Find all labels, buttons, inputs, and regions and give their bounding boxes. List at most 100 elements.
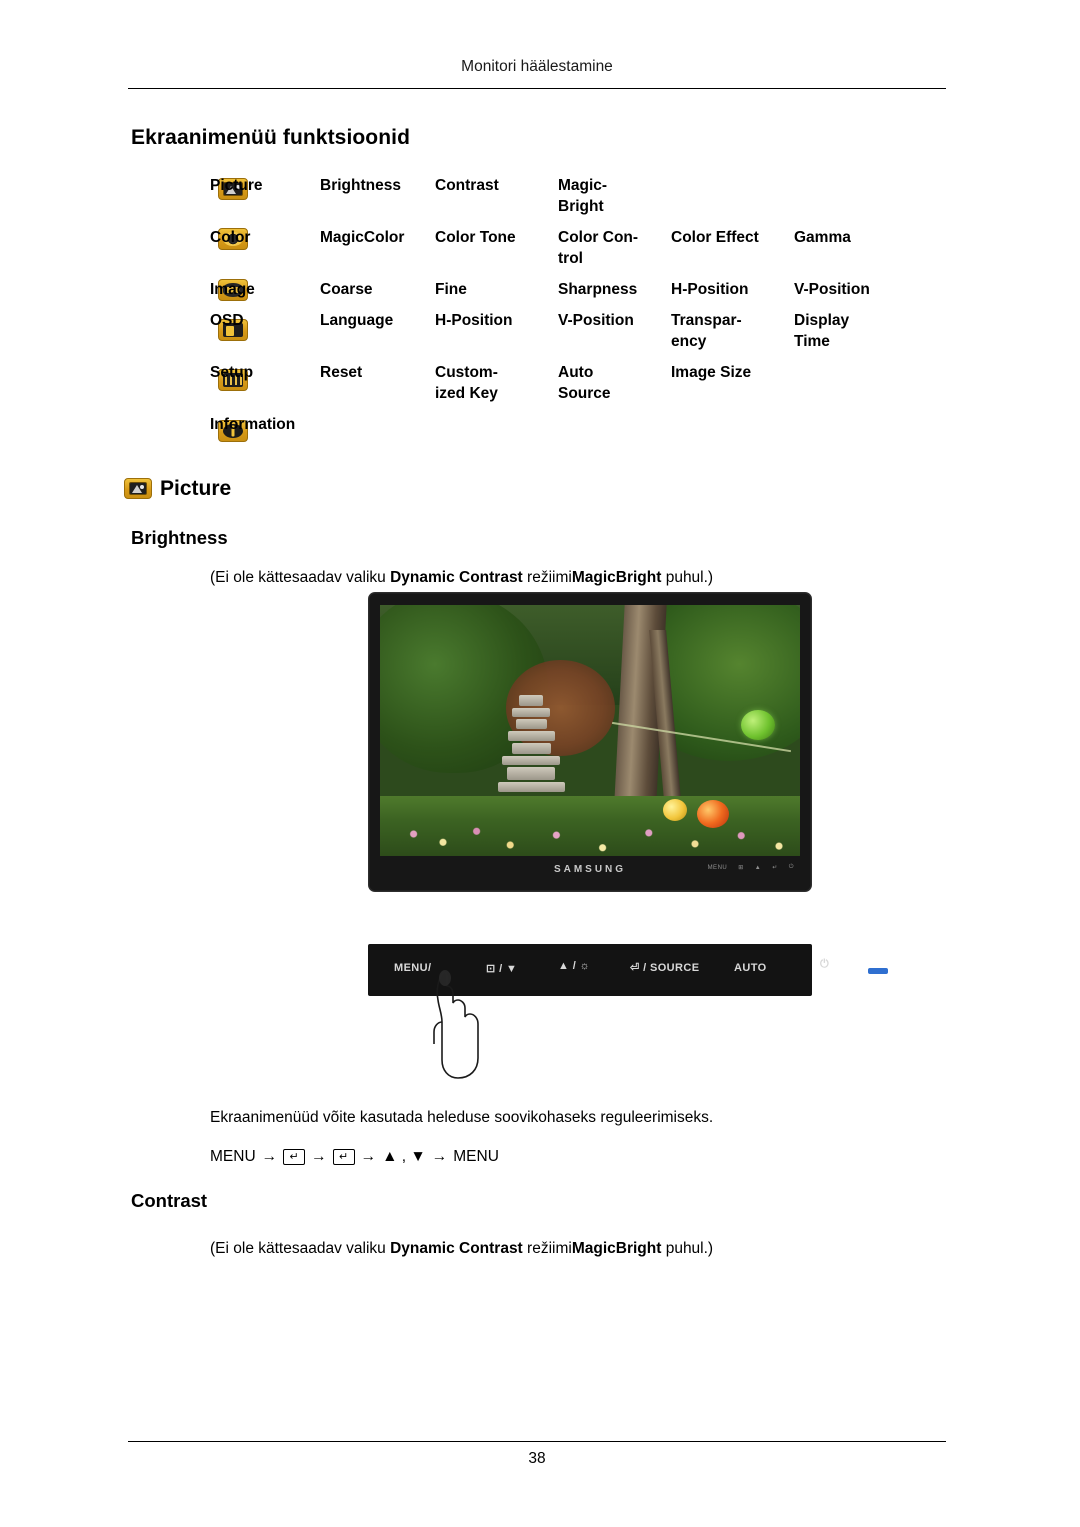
- running-head: Monitori häälestamine: [461, 58, 613, 75]
- table-row: Information: [210, 414, 902, 445]
- enter-key-icon-1: ↵: [283, 1149, 306, 1165]
- note-prefix: (Ei ole kättesaadav valiku: [210, 569, 391, 586]
- menu-cell-empty: [794, 414, 902, 445]
- menu-cell: Information: [210, 416, 296, 433]
- monitor-photo: SAMSUNG MENU ⊞ ▲ ↵ ⏻: [368, 592, 812, 892]
- menu-cell: H-Position: [671, 281, 749, 298]
- menu-cell-line2: ized Key: [435, 385, 498, 402]
- table-row: Image Coarse Fine Sharpness H-Position V…: [210, 279, 902, 310]
- table-row: OSD Language H-Position V-Position Trans…: [210, 310, 902, 362]
- power-button[interactable]: ⏻: [820, 958, 829, 971]
- menu-cell: Coarse: [320, 281, 373, 298]
- menu-cell: Fine: [435, 281, 467, 298]
- bezel-button-power[interactable]: ⏻: [789, 864, 794, 871]
- bezel-button-brightness[interactable]: ⊞: [738, 864, 744, 871]
- arrow-3: →: [360, 1148, 377, 1165]
- menu-cell-empty: [558, 414, 671, 445]
- table-row: Setup Reset Custom- ized Key Auto Source…: [210, 362, 902, 414]
- menu-cell: Color Effect: [671, 229, 759, 246]
- osd-menu-table: Picture Brightness Contrast Magic- Brigh…: [210, 175, 902, 445]
- menu-cell: V-Position: [794, 281, 870, 298]
- garden-scene-image: [380, 605, 800, 856]
- menu-cell-empty: [435, 414, 558, 445]
- brightness-body-text: Ekraanimenüüd võite kasutada heleduse so…: [210, 1109, 714, 1126]
- bezel-button-enter[interactable]: ↵: [772, 864, 778, 871]
- header-rule: [128, 88, 946, 89]
- table-row: Picture Brightness Contrast Magic- Brigh…: [210, 175, 902, 227]
- menu-cell: Display Time: [794, 310, 902, 362]
- source-button[interactable]: ⏎ / SOURCE: [630, 961, 699, 974]
- menu-cell: Auto Source: [558, 362, 671, 414]
- menu-cell: Gamma: [794, 229, 851, 246]
- menu-cell: V-Position: [558, 312, 634, 329]
- updown-keys-icon: ▲ , ▼: [382, 1148, 426, 1165]
- menu-cell: OSD: [210, 312, 244, 329]
- menu-cell: Language: [320, 312, 394, 329]
- menu-cell: Contrast: [435, 177, 499, 194]
- menu-cell-line1: Transpar-: [671, 312, 742, 329]
- table-row: Color MagicColor Color Tone Color Con- t…: [210, 227, 902, 279]
- contrast-note: (Ei ole kättesaadav valiku Dynamic Contr…: [210, 1238, 713, 1259]
- menu-cell: Transpar- ency: [671, 310, 794, 362]
- menu-cell: H-Position: [435, 312, 513, 329]
- menu-cell: Color: [210, 229, 251, 246]
- document-page: Monitori häälestamine Ekraanimenüü funkt…: [0, 0, 1080, 1527]
- note-bold-magicbright: MagicBright: [571, 1240, 662, 1257]
- menu-cell-empty: [671, 414, 794, 445]
- pagoda-shape: [497, 695, 565, 810]
- menu-cell: Setup: [210, 364, 254, 381]
- enter-key-icon-2: ↵: [332, 1149, 355, 1165]
- note-mid: režiimi: [522, 569, 572, 586]
- footer-rule: [128, 1441, 946, 1442]
- note-prefix: (Ei ole kättesaadav valiku: [210, 1240, 391, 1257]
- menu-cell-line2: Time: [794, 333, 830, 350]
- page-title: Ekraanimenüü funktsioonid: [131, 126, 411, 149]
- power-led-indicator: [868, 968, 888, 974]
- brightness-heading: Brightness: [131, 527, 228, 548]
- arrow-1: →: [261, 1148, 278, 1165]
- menu-cell: Color Con- trol: [558, 227, 671, 279]
- menu-cell-empty: [794, 175, 902, 227]
- note-suffix: puhul.): [661, 569, 714, 586]
- menu-cell: Custom- ized Key: [435, 362, 558, 414]
- menu-cell: Picture: [210, 177, 263, 194]
- menu-cell-line1: Auto: [558, 364, 594, 381]
- contrast-heading: Contrast: [131, 1190, 208, 1211]
- menu-cell: Magic- Bright: [558, 175, 671, 227]
- menu-cell-empty: [320, 414, 435, 445]
- picture-heading: Picture: [160, 477, 232, 500]
- menu-cell-line2: Source: [558, 385, 611, 402]
- menu-cell-empty: [671, 175, 794, 227]
- menu-cell-empty: [794, 362, 902, 414]
- red-lantern: [696, 800, 729, 829]
- pointing-hand-illustration: [433, 970, 479, 1079]
- bezel-button-menu[interactable]: MENU: [708, 865, 728, 871]
- bezel-button-up[interactable]: ▲: [755, 865, 761, 871]
- note-bold-dynamic-contrast: Dynamic Contrast: [390, 1240, 523, 1257]
- menu-path-instruction: MENU → ↵ → ↵ → ▲ , ▼ → MENU: [210, 1148, 499, 1166]
- brightness-note: (Ei ole kättesaadav valiku Dynamic Contr…: [210, 567, 713, 588]
- arrow-4: →: [431, 1148, 448, 1165]
- menu-cell: Image: [210, 281, 255, 298]
- page-number: 38: [528, 1450, 546, 1467]
- arrow-2: →: [311, 1148, 327, 1165]
- note-bold-dynamic-contrast: Dynamic Contrast: [390, 569, 523, 586]
- menu-cell-line1: Magic-: [558, 177, 608, 194]
- note-suffix: puhul.): [661, 1240, 714, 1257]
- control-panel-photo: MENU/ ⊡ / ▼ ▲ / ☼ ⏎ / SOURCE AUTO ⏻: [368, 944, 888, 1079]
- note-mid: režiimi: [522, 1240, 572, 1257]
- menu-cell: Brightness: [320, 177, 401, 194]
- menu-cell-line1: Display: [794, 312, 850, 329]
- brightness-up-button[interactable]: ▲ / ☼: [558, 960, 590, 972]
- picture-heading-icon: [124, 478, 152, 499]
- menu-cell: MagicColor: [320, 229, 405, 246]
- monitor-bezel-buttons: MENU ⊞ ▲ ↵ ⏻: [708, 864, 794, 871]
- menu-path-end: MENU: [453, 1148, 499, 1165]
- yellow-lantern: [662, 798, 687, 821]
- note-bold-magicbright: MagicBright: [571, 569, 662, 586]
- menu-cell-line1: Custom-: [435, 364, 498, 381]
- menu-cell: Sharpness: [558, 281, 638, 298]
- auto-button[interactable]: AUTO: [734, 962, 767, 974]
- monitor-screen: [380, 605, 800, 856]
- menu-cell: Color Tone: [435, 229, 516, 246]
